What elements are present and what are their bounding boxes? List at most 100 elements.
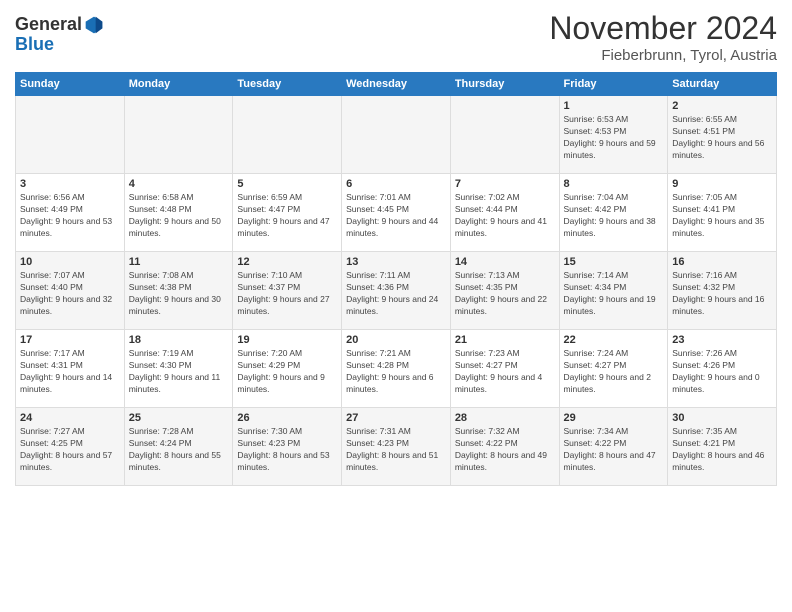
day-info: Sunrise: 7:23 AM Sunset: 4:27 PM Dayligh… — [455, 348, 555, 396]
table-row: 2 Sunrise: 6:55 AM Sunset: 4:51 PM Daylig… — [668, 96, 777, 174]
calendar-table: Sunday Monday Tuesday Wednesday Thursday… — [15, 72, 777, 486]
day-number: 28 — [455, 412, 555, 424]
day-info: Sunrise: 7:01 AM Sunset: 4:45 PM Dayligh… — [346, 192, 446, 240]
location-subtitle: Fieberbrunn, Tyrol, Austria — [549, 47, 777, 64]
day-number: 21 — [455, 334, 555, 346]
table-row: 18 Sunrise: 7:19 AM Sunset: 4:30 PM Dayli… — [124, 330, 233, 408]
day-info: Sunrise: 7:34 AM Sunset: 4:22 PM Dayligh… — [564, 426, 664, 474]
day-number: 25 — [129, 412, 229, 424]
table-row: 12Sunrise: 7:10 AM Sunset: 4:37 PM Dayli… — [233, 252, 342, 330]
month-title: November 2024 — [549, 10, 777, 47]
day-info: Sunrise: 7:32 AM Sunset: 4:22 PM Dayligh… — [455, 426, 555, 474]
calendar-header: Sunday Monday Tuesday Wednesday Thursday… — [16, 73, 777, 96]
header-thursday: Thursday — [450, 73, 559, 96]
table-row: 11Sunrise: 7:08 AM Sunset: 4:38 PM Dayli… — [124, 252, 233, 330]
day-info: Sunrise: 6:58 AM Sunset: 4:48 PM Dayligh… — [129, 192, 229, 240]
table-row: 24Sunrise: 7:27 AM Sunset: 4:25 PM Dayli… — [16, 408, 125, 486]
day-info: Sunrise: 7:13 AM Sunset: 4:35 PM Dayligh… — [455, 270, 555, 318]
day-info: Sunrise: 7:28 AM Sunset: 4:24 PM Dayligh… — [129, 426, 229, 474]
day-number: 27 — [346, 412, 446, 424]
day-number: 2 — [672, 100, 772, 112]
table-row — [342, 96, 451, 174]
table-row: 1 Sunrise: 6:53 AM Sunset: 4:53 PM Daylig… — [559, 96, 668, 174]
day-info: Sunrise: 7:20 AM Sunset: 4:29 PM Dayligh… — [237, 348, 337, 396]
day-info: Sunrise: 7:02 AM Sunset: 4:44 PM Dayligh… — [455, 192, 555, 240]
table-row: 26 Sunrise: 7:30 AM Sunset: 4:23 PM Dayli… — [233, 408, 342, 486]
header: General Blue November 2024 Fieberbrunn, … — [15, 10, 777, 64]
day-number: 1 — [564, 100, 664, 112]
table-row — [450, 96, 559, 174]
table-row: 6 Sunrise: 7:01 AM Sunset: 4:45 PM Daylig… — [342, 174, 451, 252]
header-monday: Monday — [124, 73, 233, 96]
table-row: 23 Sunrise: 7:26 AM Sunset: 4:26 PM Dayli… — [668, 330, 777, 408]
table-row: 21 Sunrise: 7:23 AM Sunset: 4:27 PM Dayli… — [450, 330, 559, 408]
day-number: 23 — [672, 334, 772, 346]
table-row: 30 Sunrise: 7:35 AM Sunset: 4:21 PM Dayli… — [668, 408, 777, 486]
table-row: 14 Sunrise: 7:13 AM Sunset: 4:35 PM Dayli… — [450, 252, 559, 330]
table-row: 17 Sunrise: 7:17 AM Sunset: 4:31 PM Dayli… — [16, 330, 125, 408]
logo-general-text: General — [15, 15, 82, 35]
table-row: 16 Sunrise: 7:16 AM Sunset: 4:32 PM Dayli… — [668, 252, 777, 330]
day-number: 22 — [564, 334, 664, 346]
day-number: 8 — [564, 178, 664, 190]
day-info: Sunrise: 7:30 AM Sunset: 4:23 PM Dayligh… — [237, 426, 337, 474]
table-row: 29 Sunrise: 7:34 AM Sunset: 4:22 PM Dayli… — [559, 408, 668, 486]
table-row: 8 Sunrise: 7:04 AM Sunset: 4:42 PM Daylig… — [559, 174, 668, 252]
day-info: Sunrise: 7:24 AM Sunset: 4:27 PM Dayligh… — [564, 348, 664, 396]
day-number: 15 — [564, 256, 664, 268]
table-row: 7Sunrise: 7:02 AM Sunset: 4:44 PM Daylig… — [450, 174, 559, 252]
title-area: November 2024 Fieberbrunn, Tyrol, Austri… — [549, 10, 777, 64]
day-number: 12 — [237, 256, 337, 268]
logo: General Blue — [15, 15, 104, 55]
day-number: 29 — [564, 412, 664, 424]
day-number: 20 — [346, 334, 446, 346]
day-info: Sunrise: 7:14 AM Sunset: 4:34 PM Dayligh… — [564, 270, 664, 318]
table-row — [233, 96, 342, 174]
day-number: 9 — [672, 178, 772, 190]
table-row: 13 Sunrise: 7:11 AM Sunset: 4:36 PM Dayli… — [342, 252, 451, 330]
day-info: Sunrise: 6:55 AM Sunset: 4:51 PM Dayligh… — [672, 114, 772, 162]
table-row: 5Sunrise: 6:59 AM Sunset: 4:47 PM Daylig… — [233, 174, 342, 252]
header-wednesday: Wednesday — [342, 73, 451, 96]
page-container: General Blue November 2024 Fieberbrunn, … — [0, 0, 792, 491]
table-row: 19 Sunrise: 7:20 AM Sunset: 4:29 PM Dayli… — [233, 330, 342, 408]
day-number: 30 — [672, 412, 772, 424]
table-row: 4Sunrise: 6:58 AM Sunset: 4:48 PM Daylig… — [124, 174, 233, 252]
table-row: 28 Sunrise: 7:32 AM Sunset: 4:22 PM Dayli… — [450, 408, 559, 486]
table-row — [124, 96, 233, 174]
day-number: 18 — [129, 334, 229, 346]
day-number: 19 — [237, 334, 337, 346]
day-info: Sunrise: 6:56 AM Sunset: 4:49 PM Dayligh… — [20, 192, 120, 240]
day-info: Sunrise: 6:59 AM Sunset: 4:47 PM Dayligh… — [237, 192, 337, 240]
day-number: 16 — [672, 256, 772, 268]
day-info: Sunrise: 7:31 AM Sunset: 4:23 PM Dayligh… — [346, 426, 446, 474]
day-info: Sunrise: 7:05 AM Sunset: 4:41 PM Dayligh… — [672, 192, 772, 240]
day-info: Sunrise: 7:17 AM Sunset: 4:31 PM Dayligh… — [20, 348, 120, 396]
day-info: Sunrise: 7:11 AM Sunset: 4:36 PM Dayligh… — [346, 270, 446, 318]
day-info: Sunrise: 7:26 AM Sunset: 4:26 PM Dayligh… — [672, 348, 772, 396]
calendar-body: 1 Sunrise: 6:53 AM Sunset: 4:53 PM Daylig… — [16, 96, 777, 486]
day-number: 17 — [20, 334, 120, 346]
day-number: 26 — [237, 412, 337, 424]
logo-blue-text: Blue — [15, 35, 104, 55]
day-info: Sunrise: 7:08 AM Sunset: 4:38 PM Dayligh… — [129, 270, 229, 318]
day-info: Sunrise: 7:16 AM Sunset: 4:32 PM Dayligh… — [672, 270, 772, 318]
table-row: 10 Sunrise: 7:07 AM Sunset: 4:40 PM Dayli… — [16, 252, 125, 330]
table-row: 20 Sunrise: 7:21 AM Sunset: 4:28 PM Dayli… — [342, 330, 451, 408]
table-row: 3Sunrise: 6:56 AM Sunset: 4:49 PM Daylig… — [16, 174, 125, 252]
day-info: Sunrise: 7:19 AM Sunset: 4:30 PM Dayligh… — [129, 348, 229, 396]
day-info: Sunrise: 7:07 AM Sunset: 4:40 PM Dayligh… — [20, 270, 120, 318]
day-number: 14 — [455, 256, 555, 268]
day-info: Sunrise: 6:53 AM Sunset: 4:53 PM Dayligh… — [564, 114, 664, 162]
day-info: Sunrise: 7:27 AM Sunset: 4:25 PM Dayligh… — [20, 426, 120, 474]
table-row: 27 Sunrise: 7:31 AM Sunset: 4:23 PM Dayli… — [342, 408, 451, 486]
day-number: 10 — [20, 256, 120, 268]
day-info: Sunrise: 7:21 AM Sunset: 4:28 PM Dayligh… — [346, 348, 446, 396]
day-number: 6 — [346, 178, 446, 190]
day-info: Sunrise: 7:04 AM Sunset: 4:42 PM Dayligh… — [564, 192, 664, 240]
day-number: 13 — [346, 256, 446, 268]
header-sunday: Sunday — [16, 73, 125, 96]
day-info: Sunrise: 7:35 AM Sunset: 4:21 PM Dayligh… — [672, 426, 772, 474]
table-row: 25 Sunrise: 7:28 AM Sunset: 4:24 PM Dayli… — [124, 408, 233, 486]
table-row: 22 Sunrise: 7:24 AM Sunset: 4:27 PM Dayli… — [559, 330, 668, 408]
